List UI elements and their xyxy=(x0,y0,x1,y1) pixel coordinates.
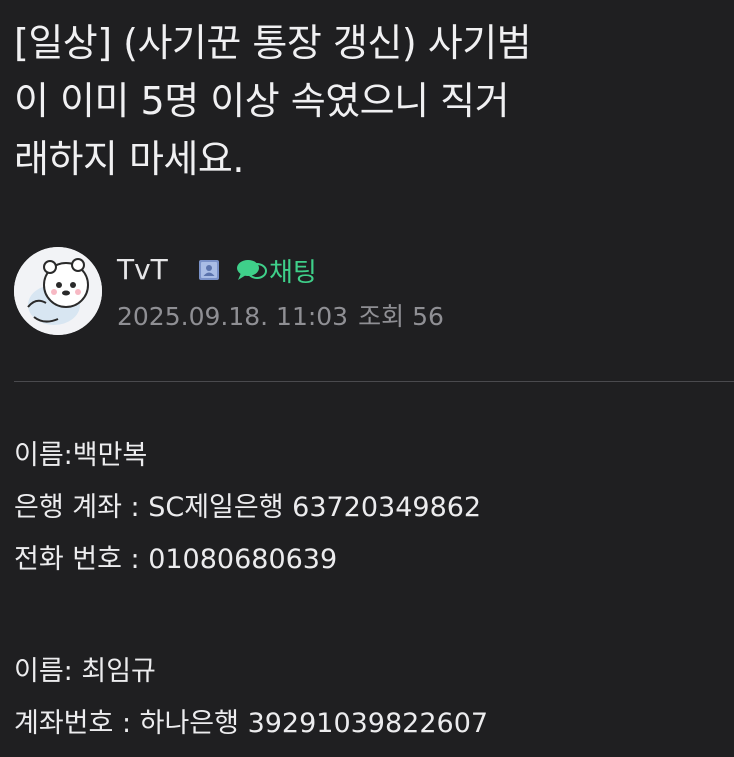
title-line: 래하지 마세요. xyxy=(14,137,244,181)
post-date: 2025.09.18. 11:03 xyxy=(117,302,349,331)
avatar-image xyxy=(14,247,102,335)
avatar[interactable] xyxy=(14,247,102,335)
content-line: 계좌번호 : 하나은행 39291039822607 xyxy=(14,708,489,739)
title-line: [일상] (사기꾼 통장 갱신) 사기범 xyxy=(14,21,532,65)
author-name[interactable]: TvT xyxy=(117,253,168,286)
content-line: 이름: 최임규 xyxy=(14,656,156,687)
content-line: 전화 번호 : 01080680639 xyxy=(14,544,338,575)
member-level-icon xyxy=(199,260,219,280)
post-content: 이름:백만복 은행 계좌 : SC제일은행 63720349862 전화 번호 … xyxy=(14,430,724,750)
post-page: [일상] (사기꾼 통장 갱신) 사기범 이 이미 5명 이상 속였으니 직거 … xyxy=(0,0,734,757)
post-title: [일상] (사기꾼 통장 갱신) 사기범 이 이미 5명 이상 속였으니 직거 … xyxy=(14,14,704,188)
content-line: 이름:백만복 xyxy=(14,440,148,471)
title-line: 이 이미 5명 이상 속였으니 직거 xyxy=(14,79,510,123)
views-count: 56 xyxy=(412,302,444,331)
author-info: TvT 채팅 2025.09.18. 11:03 조회 56 xyxy=(14,247,714,342)
chat-label: 채팅 xyxy=(269,257,317,288)
post-meta: 2025.09.18. 11:03 조회 56 xyxy=(117,297,444,333)
chat-button[interactable]: 채팅 xyxy=(235,253,317,288)
content-line: 은행 계좌 : SC제일은행 63720349862 xyxy=(14,492,482,523)
divider xyxy=(14,381,734,382)
chat-bubble-icon xyxy=(237,260,267,280)
views-label: 조회 xyxy=(358,302,405,331)
